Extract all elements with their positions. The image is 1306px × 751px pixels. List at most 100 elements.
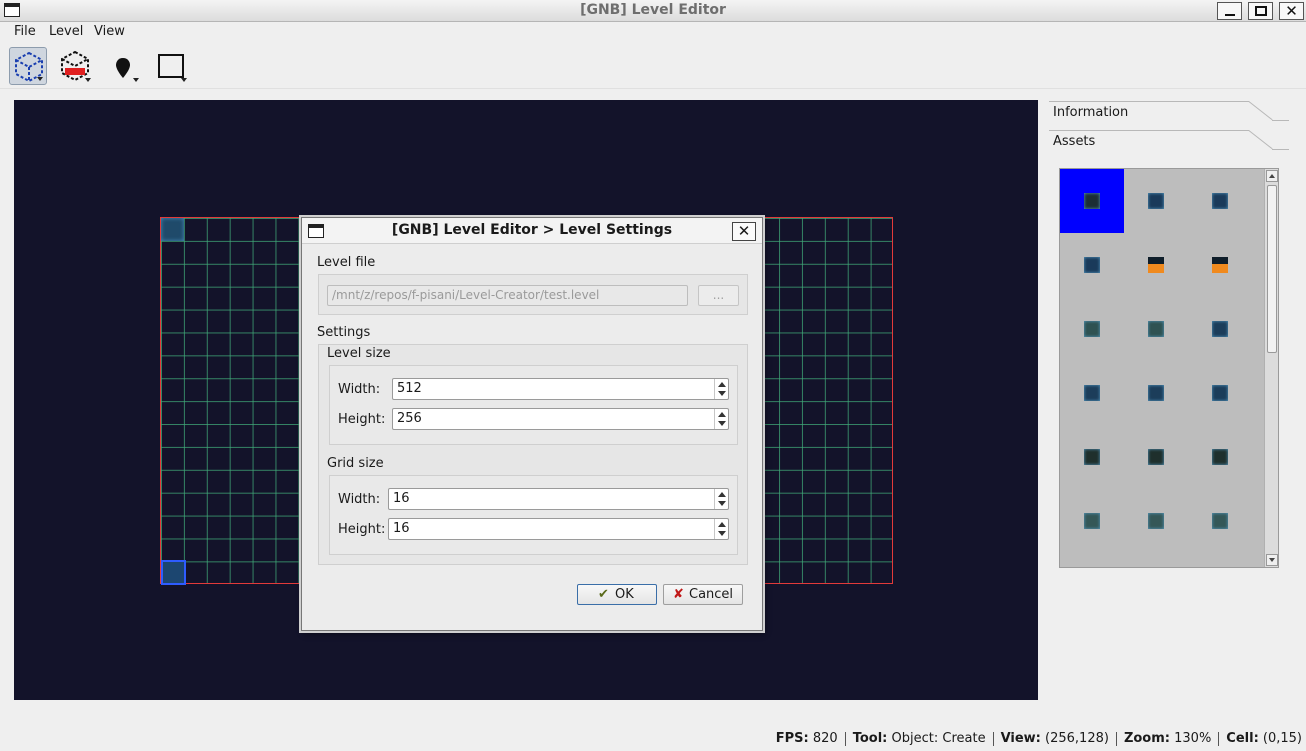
toolbar	[0, 43, 1306, 89]
zoom-label: Zoom:	[1123, 731, 1170, 746]
asset-tile[interactable]	[1124, 489, 1188, 553]
asset-thumbnail	[1084, 385, 1100, 401]
level-settings-dialog: [GNB] Level Editor > Level Settings ✕ Le…	[301, 217, 763, 631]
asset-tile[interactable]	[1188, 425, 1252, 489]
ok-button[interactable]: ✔ OK	[577, 584, 657, 605]
level-size-group: Width: 512 Height: 256	[329, 365, 738, 445]
level-height-spinbox[interactable]: 256	[392, 408, 729, 430]
asset-tile[interactable]	[1124, 425, 1188, 489]
scroll-down-icon[interactable]	[1266, 554, 1278, 566]
spin-down-icon[interactable]	[718, 421, 726, 426]
assets-palette	[1059, 168, 1279, 568]
asset-tile[interactable]	[1188, 297, 1252, 361]
grid-size-group: Width: 16 Height: 16	[329, 475, 738, 555]
minimize-button[interactable]	[1217, 2, 1242, 20]
tool-label: Tool:	[852, 731, 888, 746]
marker-tool[interactable]	[104, 47, 142, 85]
dialog-title: [GNB] Level Editor > Level Settings	[391, 222, 673, 238]
asset-tile[interactable]	[1124, 169, 1188, 233]
asset-thumbnail	[1212, 385, 1228, 401]
status-bar: FPS: 820 Tool: Object: Create View: (256,1…	[0, 728, 1306, 751]
spin-up-icon[interactable]	[718, 522, 726, 527]
fps-label: FPS:	[775, 731, 809, 746]
assets-scrollbar[interactable]	[1264, 169, 1278, 567]
asset-thumbnail	[1212, 513, 1228, 529]
asset-tile[interactable]	[1188, 233, 1252, 297]
menu-level[interactable]: Level	[49, 24, 83, 39]
minimize-icon	[1225, 14, 1235, 16]
asset-tile[interactable]	[1060, 425, 1124, 489]
spin-down-icon[interactable]	[718, 501, 726, 506]
spin-up-icon[interactable]	[718, 412, 726, 417]
menu-file[interactable]: File	[14, 24, 36, 39]
dialog-close-button[interactable]: ✕	[732, 222, 756, 241]
close-button[interactable]: ✕	[1279, 2, 1304, 20]
placed-tile[interactable]	[161, 218, 184, 241]
asset-tile[interactable]	[1060, 361, 1124, 425]
level-width-spinbox[interactable]: 512	[392, 378, 729, 400]
asset-thumbnail	[1084, 513, 1100, 529]
browse-button: ...	[698, 285, 739, 306]
scrollbar-thumb[interactable]	[1267, 185, 1277, 353]
settings-label: Settings	[317, 325, 371, 340]
asset-tile[interactable]	[1188, 169, 1252, 233]
object-delete-tool[interactable]	[56, 47, 94, 85]
tool-dropdown-arrow[interactable]	[37, 77, 43, 81]
asset-thumbnail	[1148, 385, 1164, 401]
asset-thumbnail	[1084, 321, 1100, 337]
menu-bar: File Level View	[0, 22, 1306, 43]
settings-group: Level size Width: 512 Height: 256 Grid s…	[318, 344, 748, 565]
level-width-value: 512	[397, 381, 422, 396]
spin-down-icon[interactable]	[718, 391, 726, 396]
dialog-titlebar[interactable]: [GNB] Level Editor > Level Settings ✕	[302, 218, 762, 244]
asset-tile[interactable]	[1060, 297, 1124, 361]
asset-thumbnail	[1148, 257, 1164, 273]
tool-dropdown-arrow[interactable]	[133, 78, 139, 82]
asset-thumbnail	[1148, 449, 1164, 465]
tab-assets[interactable]: Assets	[1049, 130, 1289, 154]
asset-tile[interactable]	[1188, 361, 1252, 425]
zoom-value: 130%	[1174, 731, 1212, 746]
tool-dropdown-arrow[interactable]	[85, 78, 91, 82]
tab-information[interactable]: Information	[1049, 101, 1289, 125]
tab-information-label: Information	[1053, 105, 1129, 120]
asset-tile[interactable]	[1124, 297, 1188, 361]
asset-tile[interactable]	[1060, 169, 1124, 233]
spin-down-icon[interactable]	[718, 531, 726, 536]
asset-tile[interactable]	[1188, 489, 1252, 553]
object-select-tool[interactable]	[9, 47, 47, 85]
grid-height-label: Height:	[338, 522, 386, 537]
hovered-cell[interactable]	[161, 560, 186, 585]
asset-thumbnail	[1212, 193, 1228, 209]
scroll-up-icon[interactable]	[1266, 170, 1278, 182]
view-value: (256,128)	[1045, 731, 1109, 746]
level-height-value: 256	[397, 411, 422, 426]
tab-assets-label: Assets	[1053, 134, 1096, 149]
spin-up-icon[interactable]	[718, 382, 726, 387]
maximize-button[interactable]	[1248, 2, 1273, 20]
level-file-group: /mnt/z/repos/f-pisani/Level-Creator/test…	[318, 274, 748, 315]
asset-thumbnail	[1148, 513, 1164, 529]
grid-width-spinbox[interactable]: 16	[388, 488, 729, 510]
asset-tile[interactable]	[1060, 489, 1124, 553]
asset-thumbnail	[1212, 321, 1228, 337]
asset-thumbnail	[1212, 449, 1228, 465]
grid-width-label: Width:	[338, 492, 381, 507]
cancel-button[interactable]: ✘ Cancel	[663, 584, 743, 605]
asset-tile[interactable]	[1124, 361, 1188, 425]
tool-dropdown-arrow[interactable]	[181, 78, 187, 82]
menu-view[interactable]: View	[94, 24, 125, 39]
asset-tile[interactable]	[1124, 233, 1188, 297]
asset-tile[interactable]	[1060, 233, 1124, 297]
level-file-path-field: /mnt/z/repos/f-pisani/Level-Creator/test…	[327, 285, 688, 306]
spin-up-icon[interactable]	[718, 492, 726, 497]
grid-height-spinbox[interactable]: 16	[388, 518, 729, 540]
level-size-label: Level size	[327, 346, 391, 361]
window-title: [GNB] Level Editor	[580, 2, 726, 18]
region-tool[interactable]	[152, 47, 190, 85]
level-height-label: Height:	[338, 412, 386, 427]
grid-height-value: 16	[393, 521, 410, 536]
close-icon: ✕	[1285, 2, 1298, 20]
cell-label: Cell:	[1226, 731, 1259, 746]
window-titlebar[interactable]: [GNB] Level Editor ✕	[0, 0, 1306, 22]
